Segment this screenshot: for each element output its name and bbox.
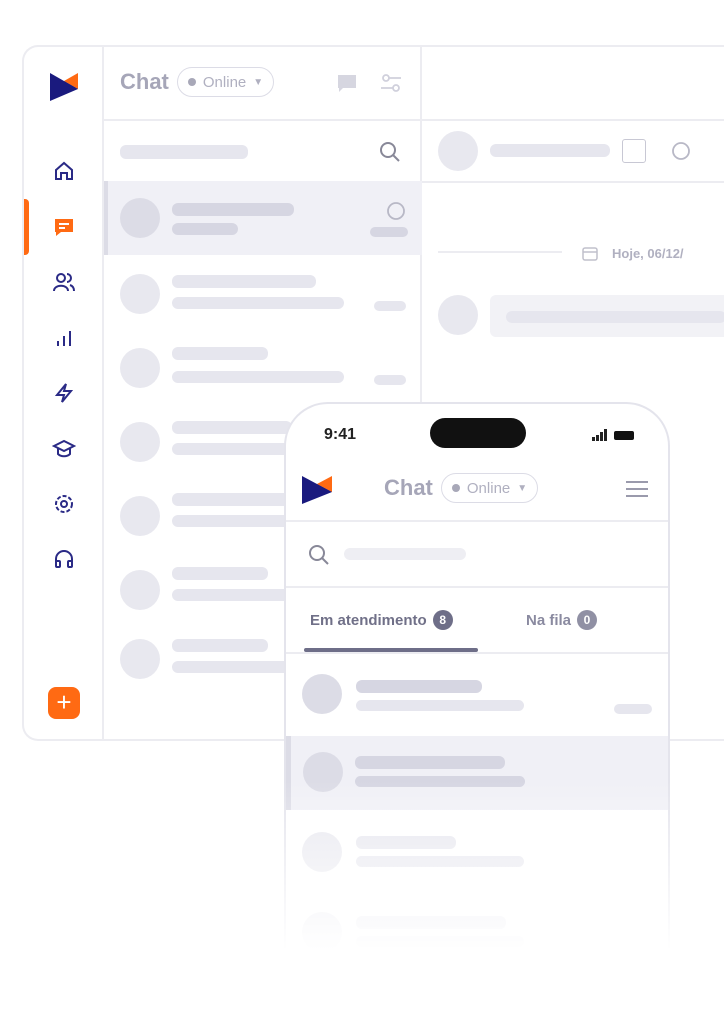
reports-icon[interactable] (50, 324, 78, 352)
logo (50, 73, 78, 101)
home-icon[interactable] (50, 157, 78, 185)
whatsapp-icon (387, 202, 405, 220)
academy-icon[interactable] (50, 435, 78, 463)
search-icon[interactable] (379, 141, 401, 163)
add-button[interactable]: + (48, 687, 80, 719)
settings-icon[interactable] (50, 490, 78, 518)
menu-icon[interactable] (626, 480, 648, 498)
page-title: Chat (120, 69, 169, 94)
filter-icon[interactable] (380, 72, 402, 94)
search-input[interactable] (344, 548, 466, 560)
status-label: Online (466, 479, 511, 497)
signal-battery-icon (592, 429, 634, 441)
list-item[interactable] (104, 257, 422, 331)
active-indicator (24, 199, 29, 255)
list-item[interactable] (286, 654, 668, 734)
count-badge: 8 (432, 610, 453, 630)
support-icon[interactable] (50, 545, 78, 573)
count-badge: 0 (577, 610, 598, 630)
search-placeholder[interactable] (120, 145, 248, 159)
status-dropdown[interactable]: Online ▼ (440, 473, 539, 503)
page-title: Chat (384, 475, 433, 500)
template-icon[interactable] (622, 139, 646, 163)
fade-overlay (0, 780, 724, 1024)
calendar-icon (582, 247, 598, 261)
search-icon[interactable] (308, 544, 330, 566)
whatsapp-icon (672, 142, 690, 160)
list-item[interactable] (104, 181, 422, 255)
dynamic-island (430, 418, 526, 448)
status-time: 9:41 (324, 426, 357, 443)
users-icon[interactable] (50, 268, 78, 296)
chat-icon[interactable] (50, 213, 78, 241)
logo (302, 476, 332, 504)
tab-em-atendimento[interactable]: Em atendimento 8 (310, 610, 453, 630)
sidebar: + (24, 47, 104, 739)
status-dropdown[interactable]: Online ▼ (176, 67, 275, 97)
list-item[interactable] (104, 331, 422, 405)
automation-icon[interactable] (50, 379, 78, 407)
tab-na-fila[interactable]: Na fila 0 (526, 610, 598, 630)
message-icon[interactable] (336, 73, 358, 93)
status-label: Online (202, 73, 247, 91)
date-separator: Hoje, 06/12/ (612, 246, 684, 261)
